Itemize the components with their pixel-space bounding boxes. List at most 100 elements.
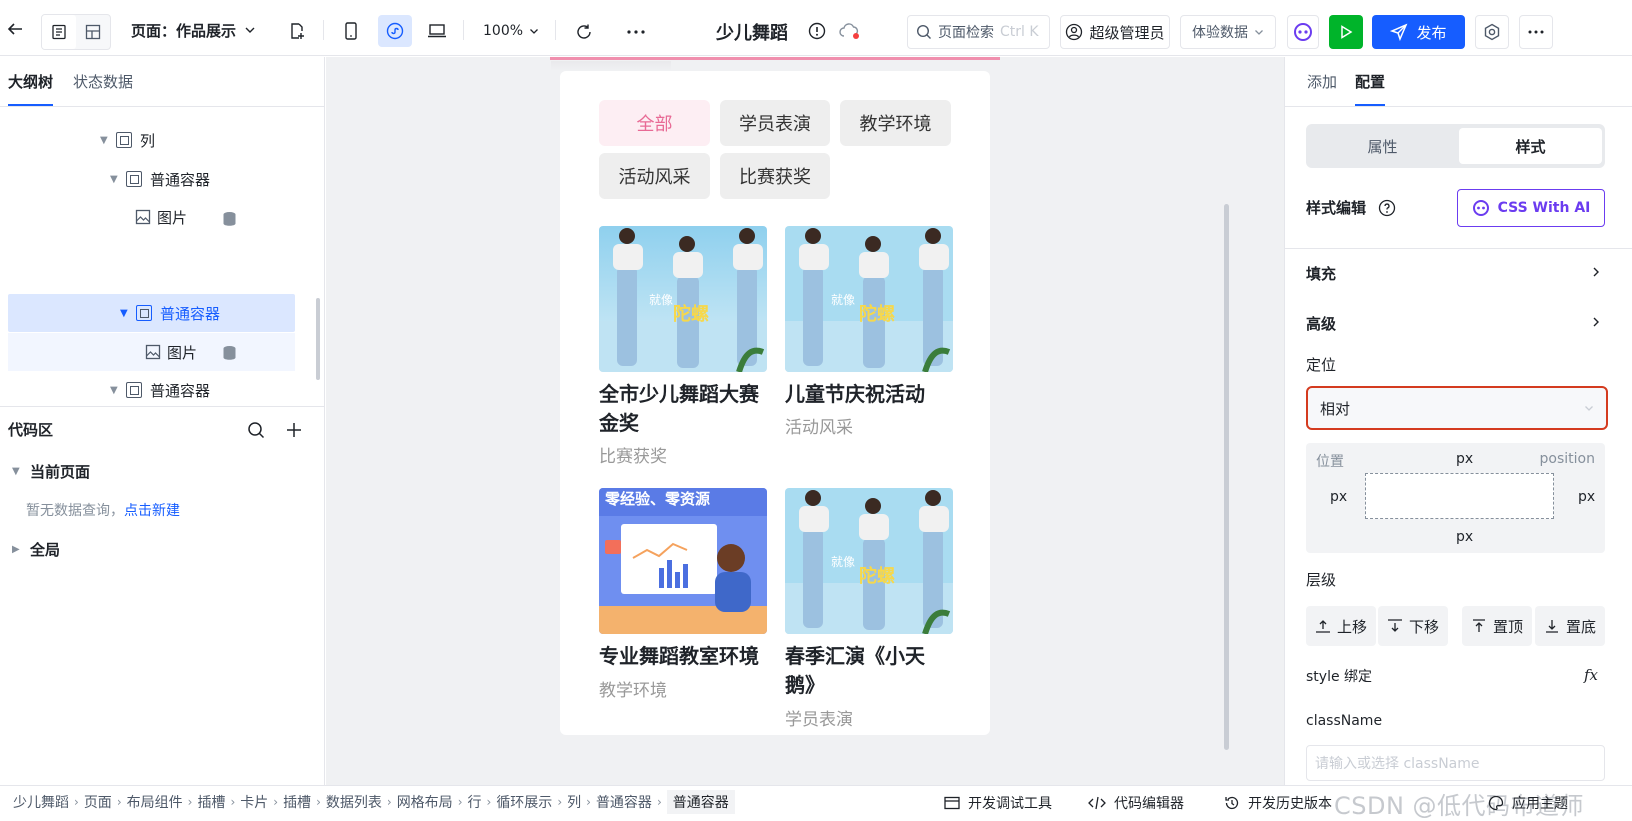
ai-assistant-icon[interactable]: [1287, 15, 1319, 49]
create-query-link[interactable]: 点击新建: [124, 503, 180, 519]
tree-node-container[interactable]: ▼ 普通容器: [110, 159, 295, 199]
tree-node-column[interactable]: ▼ 列: [100, 120, 295, 160]
breadcrumb-item[interactable]: 少儿舞蹈: [13, 792, 69, 812]
fx-icon[interactable]: fx: [1584, 666, 1598, 684]
page-list-icon[interactable]: [42, 15, 76, 49]
breadcrumb-item[interactable]: 页面: [84, 792, 112, 812]
add-icon[interactable]: [286, 422, 302, 438]
container-icon: [126, 382, 142, 398]
move-up-button[interactable]: 上移: [1306, 606, 1376, 646]
css-with-ai-button[interactable]: CSS With AI: [1457, 189, 1605, 227]
box-right-value[interactable]: px: [1578, 489, 1595, 505]
card-title[interactable]: 儿童节庆祝活动: [785, 380, 953, 409]
card-title[interactable]: 全市少儿舞蹈大赛金奖: [599, 380, 767, 438]
data-mode-label: 体验数据: [1192, 25, 1248, 41]
box-top-value[interactable]: px: [1456, 451, 1473, 467]
move-down-icon: [1387, 619, 1402, 632]
code-editor-label: 代码编辑器: [1114, 796, 1184, 812]
tree-node-container-selected[interactable]: ▼ 普通容器: [120, 293, 295, 333]
breadcrumb-item[interactable]: 网格布局: [397, 792, 453, 812]
help-icon[interactable]: [1378, 199, 1396, 217]
app-theme-button[interactable]: 应用主题: [1488, 793, 1568, 813]
breadcrumb-separator-icon: ›: [457, 795, 463, 809]
breadcrumb-item[interactable]: 卡片: [240, 792, 268, 812]
dev-tools-button[interactable]: 开发调试工具: [944, 793, 1052, 813]
tree-node-container[interactable]: ▼ 普通容器: [110, 370, 295, 408]
search-icon[interactable]: [247, 421, 265, 439]
refresh-icon[interactable]: [573, 21, 595, 43]
box-title-left: 位置: [1316, 454, 1344, 470]
box-left-value[interactable]: px: [1330, 489, 1347, 505]
move-down-button[interactable]: 下移: [1378, 606, 1448, 646]
filter-awards[interactable]: 比赛获奖: [720, 153, 830, 199]
canvas-scrollbar[interactable]: [1224, 204, 1229, 750]
breadcrumb-item[interactable]: 循环展示: [496, 792, 552, 812]
breadcrumb-item[interactable]: 普通容器: [666, 790, 735, 814]
add-page-icon[interactable]: [286, 20, 308, 42]
global-node[interactable]: ▶ 全局: [12, 539, 60, 560]
history-button[interactable]: 开发历史版本: [1224, 793, 1332, 813]
tree-scrollbar[interactable]: [316, 298, 320, 380]
miniprogram-device-icon[interactable]: [378, 15, 412, 47]
card-image[interactable]: 就像 陀螺: [785, 488, 953, 634]
chevron-right-icon[interactable]: [1590, 316, 1602, 328]
back-arrow-icon[interactable]: [4, 18, 26, 40]
bring-to-top-icon: [1472, 619, 1485, 632]
page-search-input[interactable]: 页面检索 Ctrl K: [907, 15, 1050, 49]
preview-play-button[interactable]: [1329, 15, 1363, 49]
breadcrumb-item[interactable]: 列: [567, 792, 581, 812]
page-selector[interactable]: 页面：作品展示: [131, 18, 256, 42]
tab-outline-tree[interactable]: 大纲树: [8, 57, 54, 106]
user-role-button[interactable]: 超级管理员: [1060, 15, 1170, 49]
chevron-right-icon[interactable]: [1590, 266, 1602, 278]
database-icon[interactable]: [222, 211, 237, 227]
breadcrumb-item[interactable]: 数据列表: [326, 792, 382, 812]
info-icon[interactable]: [806, 20, 828, 42]
tab-add[interactable]: 添加: [1307, 57, 1337, 106]
breadcrumb-item[interactable]: 行: [468, 792, 482, 812]
card-image[interactable]: 零经验、零资源: [599, 488, 767, 634]
send-to-bottom-button[interactable]: 置底: [1535, 606, 1605, 646]
breadcrumb-item[interactable]: 插槽: [197, 792, 225, 812]
breadcrumb-item[interactable]: 布局组件: [127, 792, 183, 812]
zoom-selector[interactable]: 100%: [483, 20, 539, 42]
card-image[interactable]: 就像 陀螺: [785, 226, 953, 372]
tab-config[interactable]: 配置: [1355, 57, 1386, 106]
filter-student-performance[interactable]: 学员表演: [720, 100, 830, 146]
filter-teaching-environment[interactable]: 教学环境: [840, 100, 951, 146]
app-title: 少儿舞蹈: [716, 23, 788, 44]
segment-style[interactable]: 样式: [1459, 128, 1602, 164]
tree-node-image[interactable]: 图片: [145, 332, 255, 372]
top-toolbar: 页面：作品展示 100% 少儿舞蹈 页面检索 Ctrl K 超级管理员 体验数据…: [0, 0, 1632, 56]
cloud-status-icon[interactable]: [838, 20, 862, 42]
code-editor-button[interactable]: 代码编辑器: [1088, 793, 1184, 813]
layout-icon[interactable]: [76, 15, 110, 49]
card-title[interactable]: 春季汇演《小天鹅》: [785, 642, 925, 700]
mobile-device-icon[interactable]: [340, 20, 362, 42]
fill-section[interactable]: 填充: [1306, 263, 1336, 284]
data-mode-select[interactable]: 体验数据: [1180, 15, 1276, 49]
advanced-section[interactable]: 高级: [1306, 313, 1336, 334]
publish-button[interactable]: 发布: [1372, 15, 1465, 49]
card-image[interactable]: 就像 陀螺: [599, 226, 767, 372]
more-menu-icon[interactable]: [1519, 15, 1553, 49]
database-icon[interactable]: [222, 345, 237, 361]
more-icon[interactable]: [624, 21, 648, 43]
filter-all[interactable]: 全部: [599, 100, 710, 146]
current-page-node[interactable]: ▼ 当前页面: [12, 461, 90, 482]
settings-icon[interactable]: [1475, 15, 1509, 49]
image-caption: 就像: [831, 293, 855, 307]
segment-properties[interactable]: 属性: [1310, 128, 1455, 164]
bring-to-top-button[interactable]: 置顶: [1462, 606, 1532, 646]
classname-input[interactable]: 请输入或选择 className: [1306, 745, 1605, 781]
send-to-bottom-icon: [1545, 620, 1558, 633]
card-title[interactable]: 专业舞蹈教室环境: [599, 642, 767, 671]
desktop-device-icon[interactable]: [426, 20, 448, 42]
breadcrumb-item[interactable]: 插槽: [283, 792, 311, 812]
image-caption: 就像: [649, 293, 673, 307]
breadcrumb-item[interactable]: 普通容器: [596, 792, 652, 812]
tab-state-data[interactable]: 状态数据: [73, 57, 133, 106]
position-select[interactable]: 相对: [1306, 386, 1608, 430]
box-bottom-value[interactable]: px: [1456, 529, 1473, 545]
filter-activities[interactable]: 活动风采: [599, 153, 710, 199]
